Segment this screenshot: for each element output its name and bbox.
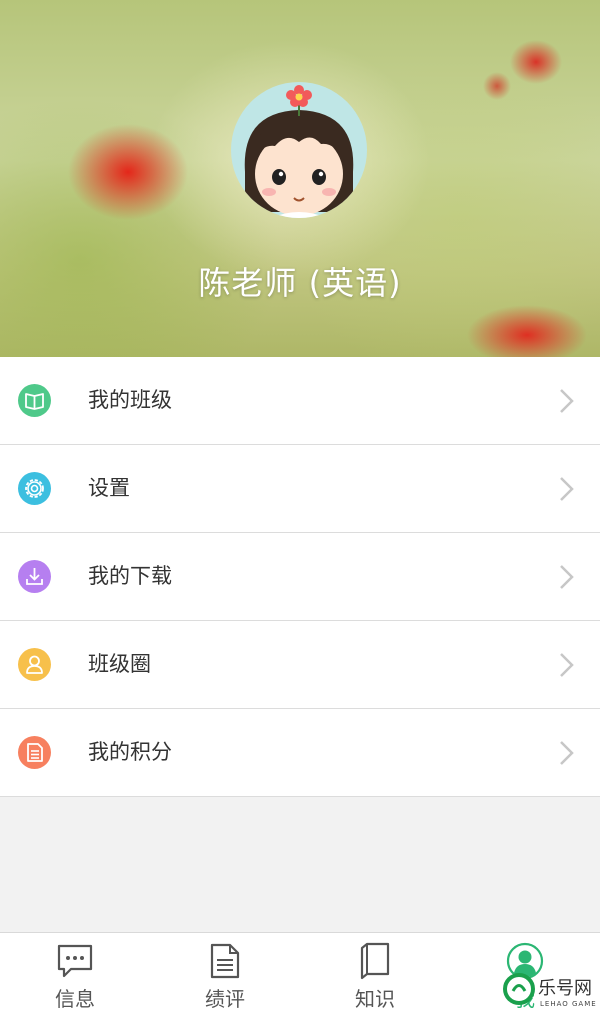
gear-icon (18, 472, 51, 505)
watermark-logo: 乐号网 LEHAO GAME (500, 970, 600, 1020)
tab-messages[interactable]: 信息 (0, 933, 150, 1021)
menu-item-label: 我的下载 (88, 564, 172, 588)
tab-label: 知识 (355, 987, 395, 1011)
chat-bubble-icon (57, 944, 93, 978)
chevron-right-icon (560, 477, 574, 501)
menu-item-my-class[interactable]: 我的班级 (0, 357, 600, 445)
chevron-right-icon (560, 653, 574, 677)
person-icon (18, 648, 51, 681)
chevron-right-icon (560, 565, 574, 589)
profile-header: 陈老师 (英语) (0, 0, 600, 357)
download-icon (18, 560, 51, 593)
menu-item-label: 我的积分 (88, 740, 172, 764)
avatar[interactable] (231, 82, 367, 218)
tab-label: 信息 (55, 987, 95, 1011)
tab-label: 绩评 (205, 987, 245, 1011)
chevron-right-icon (560, 741, 574, 765)
document-icon (210, 943, 240, 979)
watermark-subtext: LEHAO GAME (540, 1000, 597, 1008)
menu-item-class-circle[interactable]: 班级圈 (0, 621, 600, 709)
tab-knowledge[interactable]: 知识 (300, 933, 450, 1021)
menu-item-label: 设置 (88, 476, 130, 500)
watermark-text: 乐号网 (538, 978, 592, 999)
document-icon (18, 736, 51, 769)
teacher-name: 陈老师 (英语) (198, 264, 402, 302)
menu-item-my-points[interactable]: 我的积分 (0, 709, 600, 797)
menu-item-label: 班级圈 (88, 652, 151, 676)
menu-item-label: 我的班级 (88, 388, 172, 412)
chevron-right-icon (560, 389, 574, 413)
book-icon (360, 942, 390, 980)
profile-menu: 我的班级 设置 我的下载 班级圈 我的积分 (0, 357, 600, 797)
book-icon (18, 384, 51, 417)
menu-item-my-downloads[interactable]: 我的下载 (0, 533, 600, 621)
menu-item-settings[interactable]: 设置 (0, 445, 600, 533)
tab-evaluation[interactable]: 绩评 (150, 933, 300, 1021)
watermark-circle-icon (503, 973, 535, 1005)
